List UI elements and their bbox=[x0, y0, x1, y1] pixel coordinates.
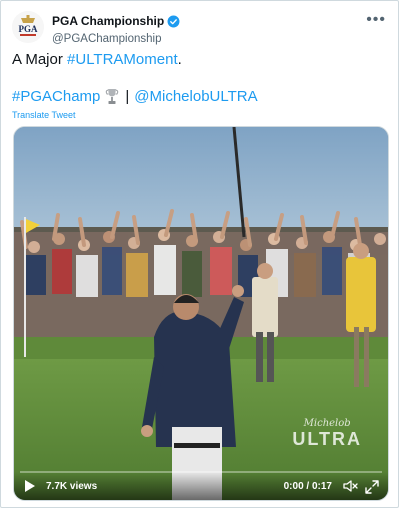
tweet-text-suffix: . bbox=[177, 51, 182, 68]
author-handle[interactable]: @PGAChampionship bbox=[52, 33, 180, 45]
tweet-text-line-1: A Major #ULTRAMoment. bbox=[12, 51, 182, 68]
view-count: 7.7K views bbox=[46, 481, 98, 492]
svg-text:PGA: PGA bbox=[19, 24, 38, 34]
display-name-text: PGA Championship bbox=[52, 14, 165, 28]
watermark-bottom-text: ULTRA bbox=[292, 429, 362, 449]
hashtag-ultramoment-link[interactable]: #ULTRAMoment bbox=[67, 51, 178, 68]
mention-michelobultra-link[interactable]: @MichelobULTRA bbox=[134, 88, 257, 105]
avatar[interactable]: PGA bbox=[12, 11, 44, 43]
tweet-text-prefix: A Major bbox=[12, 51, 68, 68]
pga-logo-icon: PGA bbox=[12, 11, 44, 43]
author-display-name[interactable]: PGA Championship bbox=[52, 14, 180, 28]
more-options-icon[interactable]: ••• bbox=[366, 11, 386, 29]
volume-muted-icon[interactable] bbox=[342, 478, 358, 494]
trophy-icon bbox=[106, 89, 119, 104]
author-names: PGA Championship @PGAChampionship bbox=[52, 12, 180, 45]
watermark-top-text: Michelob bbox=[303, 418, 351, 429]
tweet-text-line-2: #PGAChamp | @MichelobULTRA bbox=[12, 88, 258, 105]
video-time: 0:00 / 0:17 bbox=[283, 481, 332, 492]
tweet-card: PGA PGA Championship @PGAChampionship ••… bbox=[0, 0, 399, 508]
separator: | bbox=[125, 88, 130, 105]
video-player[interactable]: Michelob ULTRA 7.7K views 0:00 / 0:17 bbox=[13, 126, 389, 501]
hashtag-pgachamp-link[interactable]: #PGAChamp bbox=[12, 88, 100, 105]
translate-tweet-link[interactable]: Translate Tweet bbox=[12, 110, 76, 120]
video-progress-bar[interactable] bbox=[20, 471, 382, 473]
video-controls: 7.7K views 0:00 / 0:17 bbox=[14, 471, 388, 500]
michelob-ultra-watermark: Michelob ULTRA bbox=[292, 418, 362, 450]
fullscreen-icon[interactable] bbox=[365, 480, 379, 494]
play-icon[interactable] bbox=[24, 479, 36, 493]
verified-badge-icon bbox=[167, 15, 180, 27]
tweet-header: PGA PGA Championship @PGAChampionship ••… bbox=[12, 11, 388, 47]
